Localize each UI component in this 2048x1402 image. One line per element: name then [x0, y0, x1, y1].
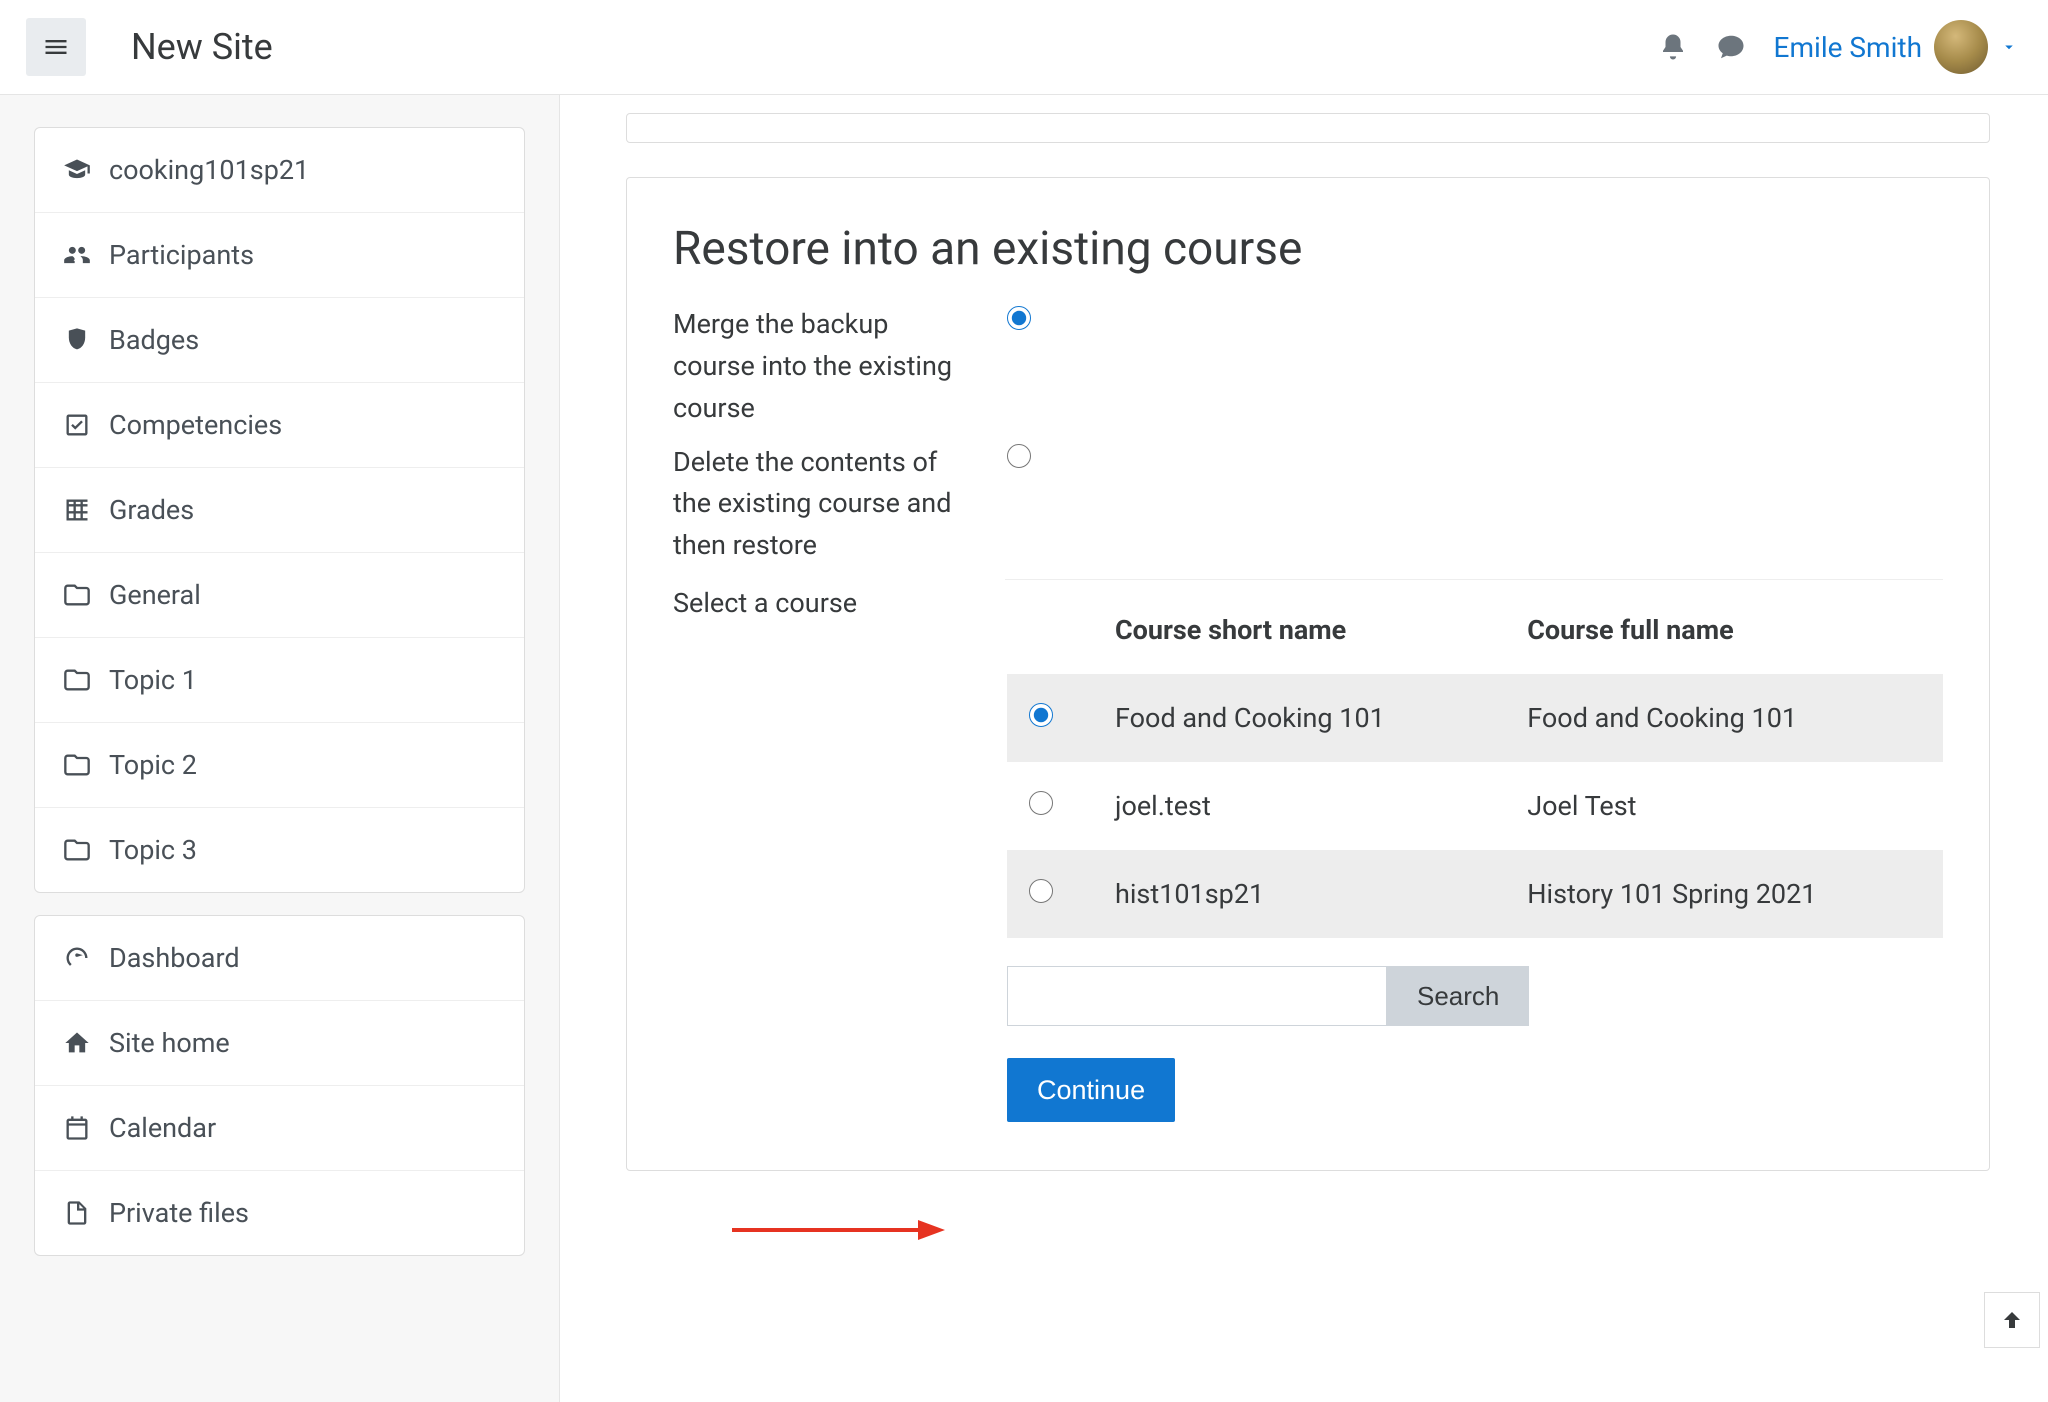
- sidebar-item-label: General: [109, 579, 201, 611]
- sidebar-item-participants[interactable]: Participants: [35, 213, 524, 298]
- calendar-icon: [63, 1114, 91, 1142]
- course-short: joel.test: [1093, 762, 1505, 850]
- sidebar-item-label: Topic 1: [109, 664, 197, 696]
- sidebar-item-course[interactable]: cooking101sp21: [35, 128, 524, 213]
- sidebar-item-label: Competencies: [109, 409, 282, 441]
- search-input[interactable]: [1007, 966, 1387, 1026]
- col-full-name: Course full name: [1505, 600, 1943, 674]
- sidebar-item-sitehome[interactable]: Site home: [35, 1001, 524, 1086]
- table-row: joel.test Joel Test: [1007, 762, 1943, 850]
- sidebar-item-label: Grades: [109, 494, 194, 526]
- course-short: hist101sp21: [1093, 850, 1505, 938]
- arrow-annotation: [730, 1210, 950, 1250]
- scroll-top-button[interactable]: [1984, 1292, 2040, 1348]
- course-full: History 101 Spring 2021: [1505, 850, 1943, 938]
- site-name[interactable]: New Site: [131, 26, 273, 68]
- sidebar-item-label: Participants: [109, 239, 254, 271]
- sidebar-item-label: Topic 3: [109, 834, 197, 866]
- user-name: Emile Smith: [1774, 31, 1922, 64]
- sidebar-item-badges[interactable]: Badges: [35, 298, 524, 383]
- search-button[interactable]: Search: [1387, 966, 1529, 1026]
- merge-option-label: Merge the backup course into the existin…: [673, 304, 973, 430]
- bell-icon[interactable]: [1658, 32, 1688, 62]
- col-short-name: Course short name: [1093, 600, 1505, 674]
- course-radio[interactable]: [1029, 879, 1053, 903]
- sidebar-item-label: Badges: [109, 324, 199, 356]
- course-short: Food and Cooking 101: [1093, 674, 1505, 762]
- hamburger-icon: [42, 33, 70, 61]
- check-square-icon: [63, 411, 91, 439]
- restore-card: Restore into an existing course Merge th…: [626, 177, 1990, 1171]
- shield-icon: [63, 326, 91, 354]
- merge-radio[interactable]: [1007, 306, 1031, 330]
- grid-icon: [63, 496, 91, 524]
- folder-icon: [63, 666, 91, 694]
- delete-radio[interactable]: [1007, 444, 1031, 468]
- sidebar-item-label: Calendar: [109, 1112, 216, 1144]
- select-course-label: Select a course: [673, 579, 973, 625]
- sidebar-item-dashboard[interactable]: Dashboard: [35, 916, 524, 1001]
- file-icon: [63, 1199, 91, 1227]
- sidebar-item-grades[interactable]: Grades: [35, 468, 524, 553]
- grad-cap-icon: [63, 156, 91, 184]
- sidebar-item-label: Dashboard: [109, 942, 240, 974]
- sidebar-item-label: Topic 2: [109, 749, 197, 781]
- gauge-icon: [63, 944, 91, 972]
- sidebar-item-label: Private files: [109, 1197, 249, 1229]
- course-full: Food and Cooking 101: [1505, 674, 1943, 762]
- ghost-card: [626, 113, 1990, 143]
- home-icon: [63, 1029, 91, 1057]
- sidebar-item-general[interactable]: General: [35, 553, 524, 638]
- folder-icon: [63, 836, 91, 864]
- navbar: New Site Emile Smith: [0, 0, 2048, 95]
- main-content: Restore into an existing course Merge th…: [560, 95, 2048, 1402]
- site-nav-block: Dashboard Site home Calendar Private fil…: [34, 915, 525, 1256]
- user-menu[interactable]: Emile Smith: [1774, 20, 2018, 74]
- table-row: Food and Cooking 101 Food and Cooking 10…: [1007, 674, 1943, 762]
- hamburger-button[interactable]: [26, 18, 86, 76]
- users-icon: [63, 241, 91, 269]
- sidebar-item-topic2[interactable]: Topic 2: [35, 723, 524, 808]
- course-radio[interactable]: [1029, 791, 1053, 815]
- folder-icon: [63, 751, 91, 779]
- course-nav-block: cooking101sp21 Participants Badges Compe…: [34, 127, 525, 893]
- table-row: hist101sp21 History 101 Spring 2021: [1007, 850, 1943, 938]
- sidebar: cooking101sp21 Participants Badges Compe…: [0, 95, 560, 1402]
- arrow-up-icon: [2000, 1308, 2024, 1332]
- sidebar-item-calendar[interactable]: Calendar: [35, 1086, 524, 1171]
- chat-icon[interactable]: [1716, 32, 1746, 62]
- course-table: Course short name Course full name Food …: [1007, 600, 1943, 938]
- sidebar-item-competencies[interactable]: Competencies: [35, 383, 524, 468]
- sidebar-item-label: cooking101sp21: [109, 154, 309, 186]
- folder-icon: [63, 581, 91, 609]
- course-full: Joel Test: [1505, 762, 1943, 850]
- course-radio[interactable]: [1029, 703, 1053, 727]
- sidebar-item-topic1[interactable]: Topic 1: [35, 638, 524, 723]
- sidebar-item-topic3[interactable]: Topic 3: [35, 808, 524, 892]
- avatar: [1934, 20, 1988, 74]
- sidebar-item-privatefiles[interactable]: Private files: [35, 1171, 524, 1255]
- continue-button[interactable]: Continue: [1007, 1058, 1175, 1122]
- sidebar-item-label: Site home: [109, 1027, 230, 1059]
- caret-down-icon: [2000, 38, 2018, 56]
- delete-option-label: Delete the contents of the existing cour…: [673, 442, 973, 568]
- restore-heading: Restore into an existing course: [673, 222, 1943, 276]
